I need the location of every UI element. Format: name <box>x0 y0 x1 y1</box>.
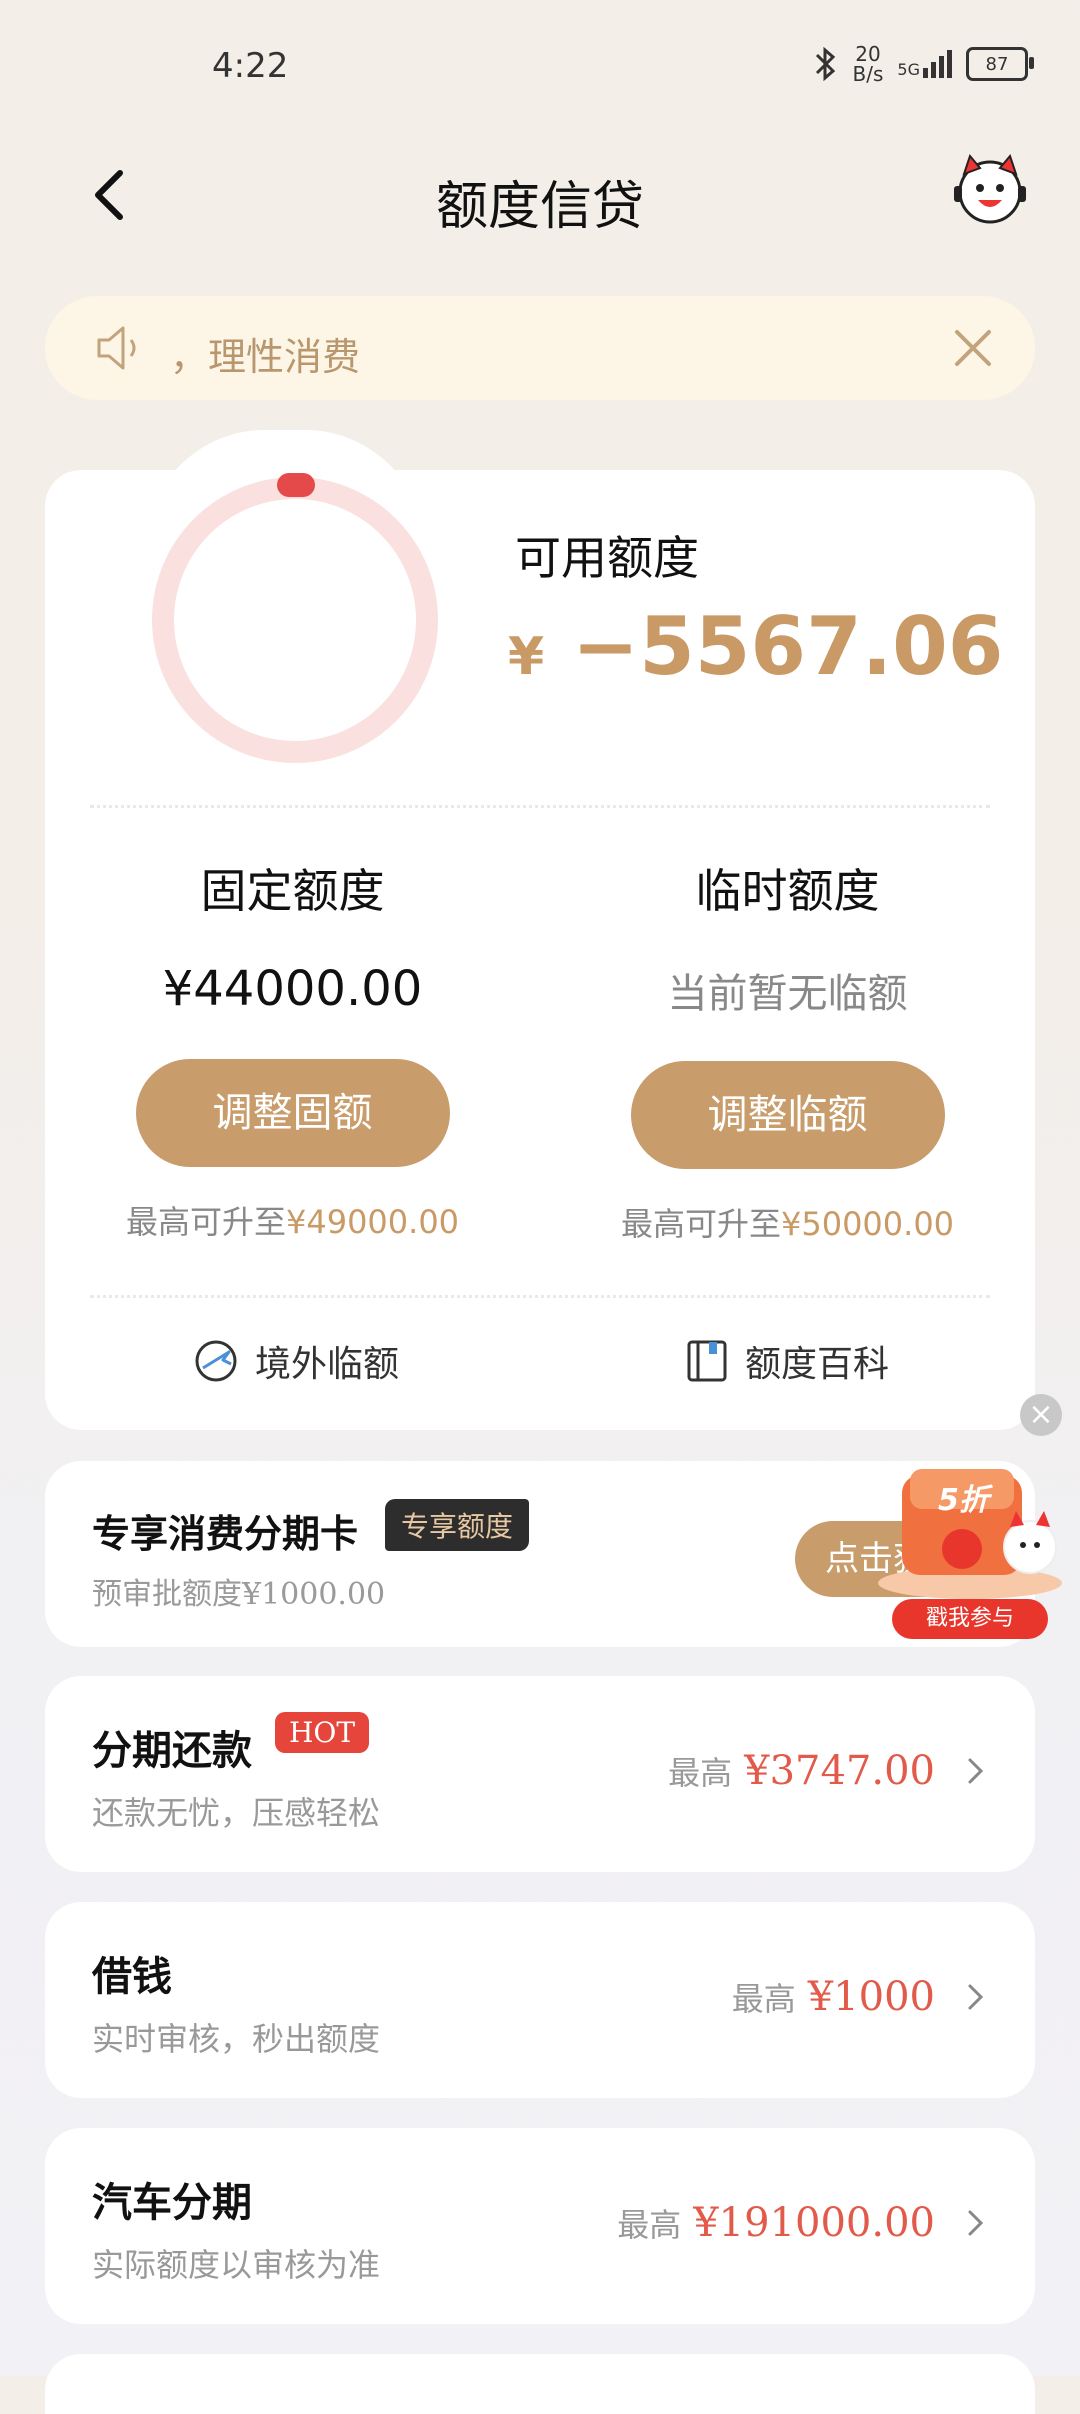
status-icons: 20 B/s 5G 87 <box>811 42 1034 86</box>
available-label: 可用额度 <box>515 531 699 585</box>
chevron-right-icon <box>968 1758 984 1784</box>
promo-subtitle: 预审批额度¥1000.00 <box>92 1577 386 1612</box>
battery-icon: 87 <box>966 47 1034 81</box>
temp-credit-title: 临时额度 <box>695 864 880 918</box>
net-speed: 20 B/s <box>852 42 884 86</box>
chevron-right-icon <box>968 1984 984 2010</box>
close-icon[interactable] <box>947 322 999 374</box>
speaker-icon <box>97 326 136 370</box>
notice-bar[interactable]: ，理性消费 <box>45 296 1035 400</box>
chevron-right-icon <box>968 2210 984 2236</box>
car-installment-row[interactable]: 汽车分期 实际额度以审核为准 最高 ¥191000.00 <box>45 2128 1035 2324</box>
available-amount: ¥ −5567.06 <box>508 600 1004 693</box>
fixed-credit-title: 固定额度 <box>200 864 385 918</box>
credit-card: 可用额度 ¥ −5567.06 固定额度 ¥44000.00 调整固额 最高可升… <box>45 470 1035 1430</box>
row-title: 分期还款 <box>92 1727 252 1774</box>
page-title: 额度信贷 <box>435 177 644 237</box>
borrow-row[interactable]: 借钱 实时审核，秒出额度 最高 ¥1000 <box>45 1902 1035 2098</box>
temp-credit-value: 当前暂无临额 <box>667 971 908 1017</box>
row-amount: 最高 ¥3747.00 <box>668 1748 987 1794</box>
gift-promo-float[interactable]: 5折 戳我参与 <box>870 1455 1070 1645</box>
row-title: 汽车分期 <box>92 2179 252 2226</box>
temp-credit-section: 临时额度 当前暂无临额 调整临额 最高可升至¥50000.00 <box>540 855 1035 1245</box>
row-subtitle: 实时审核，秒出额度 <box>92 2020 381 2058</box>
mascot-service-icon[interactable] <box>950 150 1030 230</box>
hot-badge: HOT <box>275 1712 370 1753</box>
promo-title: 专享消费分期卡 <box>92 1512 359 1556</box>
divider <box>90 805 990 808</box>
floating-close-icon[interactable]: × <box>1020 1394 1062 1436</box>
bluetooth-icon <box>815 46 835 82</box>
credit-links: 境外临额 额度百科 <box>45 1335 1035 1395</box>
signal-icon: 5G <box>897 50 952 78</box>
fixed-credit-value: ¥44000.00 <box>162 961 423 1017</box>
fixed-credit-section: 固定额度 ¥44000.00 调整固额 最高可升至¥49000.00 <box>45 855 540 1243</box>
plane-globe-icon <box>195 1340 237 1382</box>
temp-credit-hint: 最高可升至¥50000.00 <box>620 1205 955 1243</box>
row-amount: 最高 ¥191000.00 <box>617 2200 987 2246</box>
book-icon <box>687 1340 727 1382</box>
row-title: 借钱 <box>92 1953 172 2000</box>
row-subtitle: 还款无忧，压感轻松 <box>92 1794 381 1832</box>
installment-repay-row[interactable]: 分期还款 HOT 还款无忧，压感轻松 最高 ¥3747.00 <box>45 1676 1035 1872</box>
row-subtitle: 实际额度以审核为准 <box>92 2246 381 2284</box>
adjust-temp-button[interactable]: 调整临额 <box>630 1061 945 1169</box>
status-time: 4:22 <box>212 46 289 86</box>
gift-join-button[interactable]: 戳我参与 <box>892 1599 1048 1639</box>
credit-ring-gauge <box>152 473 438 763</box>
gift-discount: 5折 <box>938 1483 989 1518</box>
fixed-credit-hint: 最高可升至¥49000.00 <box>125 1203 460 1241</box>
adjust-fixed-button[interactable]: 调整固额 <box>135 1059 450 1167</box>
divider <box>90 1295 990 1298</box>
row-amount: 最高 ¥1000 <box>732 1974 987 2020</box>
credit-encyclopedia-link[interactable]: 额度百科 <box>685 1335 889 1387</box>
promo-badge: 专享额度 <box>385 1499 530 1551</box>
header: 额度信贷 <box>0 150 1080 240</box>
overseas-temp-credit-link[interactable]: 境外临额 <box>193 1335 399 1387</box>
notice-text: ，理性消费 <box>170 335 361 379</box>
status-bar: 4:22 20 B/s 5G 87 <box>0 0 1080 120</box>
next-row-partial[interactable] <box>45 2354 1035 2414</box>
